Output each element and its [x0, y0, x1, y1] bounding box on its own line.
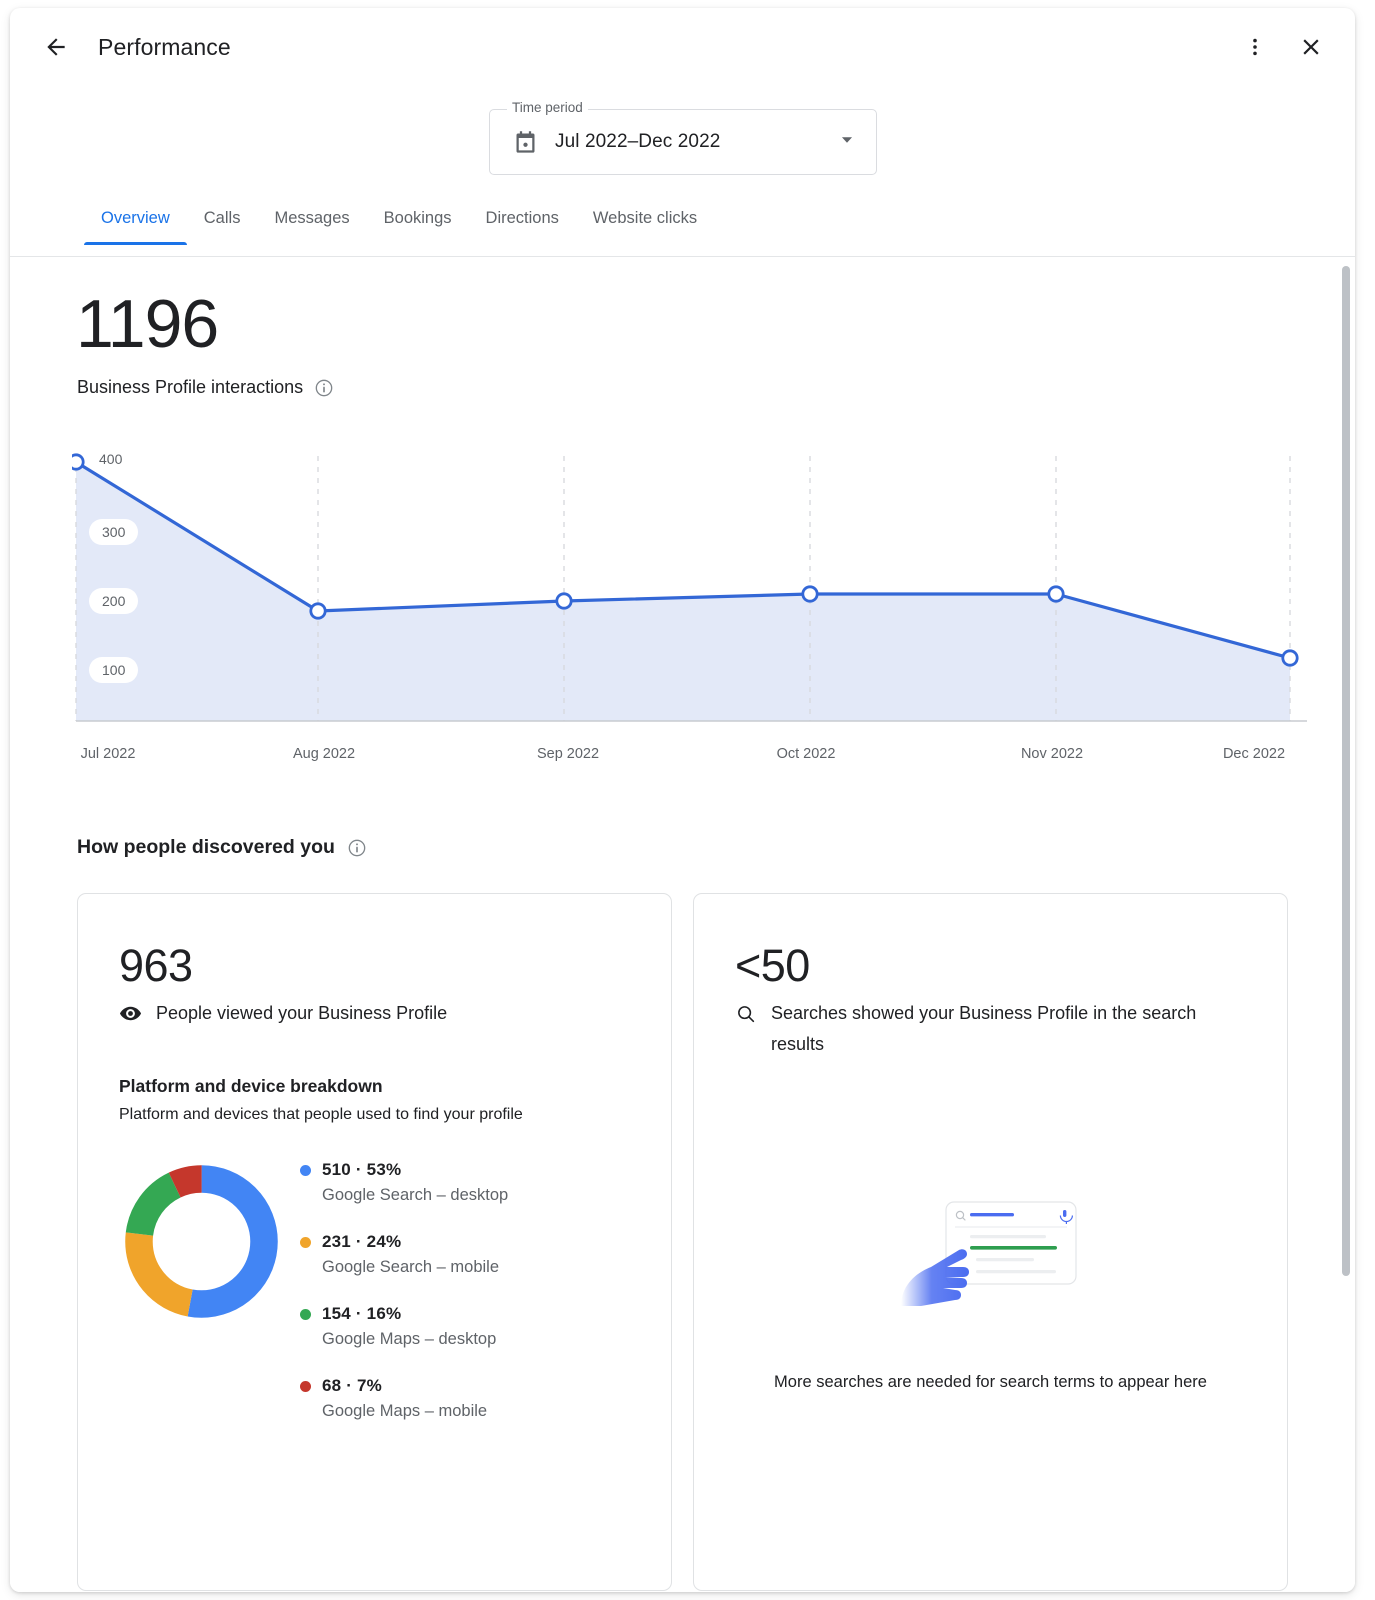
illustration-result-line	[969, 1235, 1046, 1239]
views-value: 963	[119, 940, 193, 991]
tab-messages[interactable]: Messages	[257, 204, 366, 244]
legend-label: Google Maps – desktop	[322, 1330, 497, 1348]
legend-dot-red	[300, 1380, 311, 1392]
tab-overview[interactable]: Overview	[84, 204, 187, 245]
performance-tabs: Overview Calls Messages Bookings Directi…	[10, 204, 1355, 257]
search-icon	[738, 1006, 755, 1023]
header-actions	[1233, 25, 1333, 69]
platform-legend: 510 · 53% Google Search – desktop 231 · …	[300, 1160, 630, 1448]
chart-point-aug[interactable]	[309, 602, 327, 620]
legend-item-google-search-desktop[interactable]: 510 · 53% Google Search – desktop	[300, 1160, 630, 1205]
ytick-400: 400	[99, 451, 123, 467]
time-period-legend: Time period	[507, 100, 588, 116]
calendar-icon	[516, 130, 535, 153]
platform-donut-svg	[125, 1165, 278, 1318]
legend-item-google-maps-desktop[interactable]: 154 · 16% Google Maps – desktop	[300, 1304, 630, 1349]
breakdown-subtitle: Platform and devices that people used to…	[119, 1106, 523, 1123]
xtick-aug: Aug 2022	[292, 746, 356, 762]
legend-item-google-maps-mobile[interactable]: 68 · 7% Google Maps – mobile	[300, 1376, 630, 1421]
time-period-chevron[interactable]	[836, 129, 858, 156]
info-icon[interactable]	[314, 378, 334, 398]
searches-value: <50	[735, 940, 810, 991]
arrow-back-icon	[47, 38, 65, 56]
page-title: Performance	[98, 33, 231, 60]
legend-value: 510 · 53%	[322, 1160, 402, 1179]
profile-views-card: 963 People viewed your Business Profile …	[77, 893, 672, 1591]
interactions-chart-svg	[67, 453, 1307, 722]
illustration-highlight-line	[969, 1246, 1057, 1250]
discovery-heading-row: How people discovered you	[77, 836, 367, 859]
xtick-jul: Jul 2022	[80, 746, 136, 762]
search-result-hand-pointer-illustration	[891, 1184, 1091, 1314]
tab-directions[interactable]: Directions	[469, 204, 576, 244]
xtick-nov: Nov 2022	[1020, 746, 1084, 762]
illustration-result-line	[975, 1258, 1034, 1262]
time-period-select[interactable]: Jul 2022–Dec 2022 Time period	[489, 100, 877, 175]
legend-value: 231 · 24%	[322, 1232, 402, 1251]
empty-state-message: More searches are needed for search term…	[774, 1373, 1207, 1391]
search-terms-card: <50 Searches showed your Business Profil…	[693, 893, 1288, 1591]
chart-point-dec[interactable]	[1281, 649, 1299, 667]
time-period-value: Jul 2022–Dec 2022	[555, 131, 721, 152]
close-icon	[1303, 39, 1319, 55]
xtick-oct: Oct 2022	[776, 746, 836, 762]
xtick-sep: Sep 2022	[536, 746, 600, 762]
views-label-row: People viewed your Business Profile	[119, 998, 447, 1029]
legend-dot-blue	[300, 1164, 311, 1176]
more-options-button[interactable]	[1233, 25, 1277, 69]
chart-point-nov[interactable]	[1047, 585, 1065, 603]
legend-label: Google Maps – mobile	[322, 1402, 488, 1420]
interactions-label-row: Business Profile interactions	[77, 377, 334, 398]
illustration-result-line	[975, 1270, 1056, 1274]
platform-donut-chart	[119, 1159, 284, 1329]
ytick-100: 100	[89, 657, 139, 683]
chevron-down-icon	[841, 136, 853, 143]
breakdown-title: Platform and device breakdown	[119, 1076, 383, 1096]
ytick-300: 300	[89, 519, 139, 545]
chart-point-jul[interactable]	[67, 453, 85, 471]
time-period-box[interactable]: Jul 2022–Dec 2022	[489, 109, 877, 175]
legend-value: 154 · 16%	[322, 1304, 402, 1323]
chart-point-sep[interactable]	[555, 592, 573, 610]
interactions-chart: 400 300 200 100 Jul 2022 Aug 2022 Sep 20…	[67, 446, 1307, 771]
legend-label: Google Search – mobile	[322, 1258, 500, 1276]
legend-value: 68 · 7%	[322, 1376, 382, 1395]
ytick-200: 200	[89, 588, 139, 614]
tab-calls[interactable]: Calls	[187, 204, 258, 244]
views-label: People viewed your Business Profile	[156, 1003, 448, 1023]
searches-label-row: Searches showed your Business Profile in…	[735, 998, 1205, 1060]
searches-label: Searches showed your Business Profile in…	[771, 1003, 1197, 1054]
window-header: Performance	[10, 8, 1355, 86]
more-vert-icon	[1253, 38, 1257, 56]
legend-dot-green	[300, 1308, 311, 1320]
chart-area-fill	[76, 462, 1290, 721]
cutoff-text: What are the benefits of a Business Prof…	[76, 1591, 426, 1592]
tab-bookings[interactable]: Bookings	[367, 204, 469, 244]
scrollbar-thumb[interactable]	[1342, 266, 1350, 1276]
illustration-svg	[900, 1201, 1077, 1306]
interactions-value: 1196	[76, 286, 219, 362]
tab-website-clicks[interactable]: Website clicks	[576, 204, 714, 244]
legend-item-google-search-mobile[interactable]: 231 · 24% Google Search – mobile	[300, 1232, 630, 1277]
chart-point-oct[interactable]	[801, 585, 819, 603]
legend-dot-yellow	[300, 1236, 311, 1248]
back-button[interactable]	[34, 25, 78, 69]
close-button[interactable]	[1289, 25, 1333, 69]
eye-icon	[119, 1006, 142, 1021]
discovery-heading: How people discovered you	[77, 836, 335, 858]
info-icon[interactable]	[347, 838, 367, 858]
legend-label: Google Search – desktop	[322, 1186, 509, 1204]
illustration-query-bar	[969, 1213, 1014, 1217]
illustration-mic-icon	[1062, 1210, 1066, 1217]
interactions-label: Business Profile interactions	[77, 377, 304, 397]
xtick-dec: Dec 2022	[1222, 746, 1286, 762]
performance-window: Performance Jul 2022–Dec 2022 Time perio…	[10, 8, 1355, 1592]
